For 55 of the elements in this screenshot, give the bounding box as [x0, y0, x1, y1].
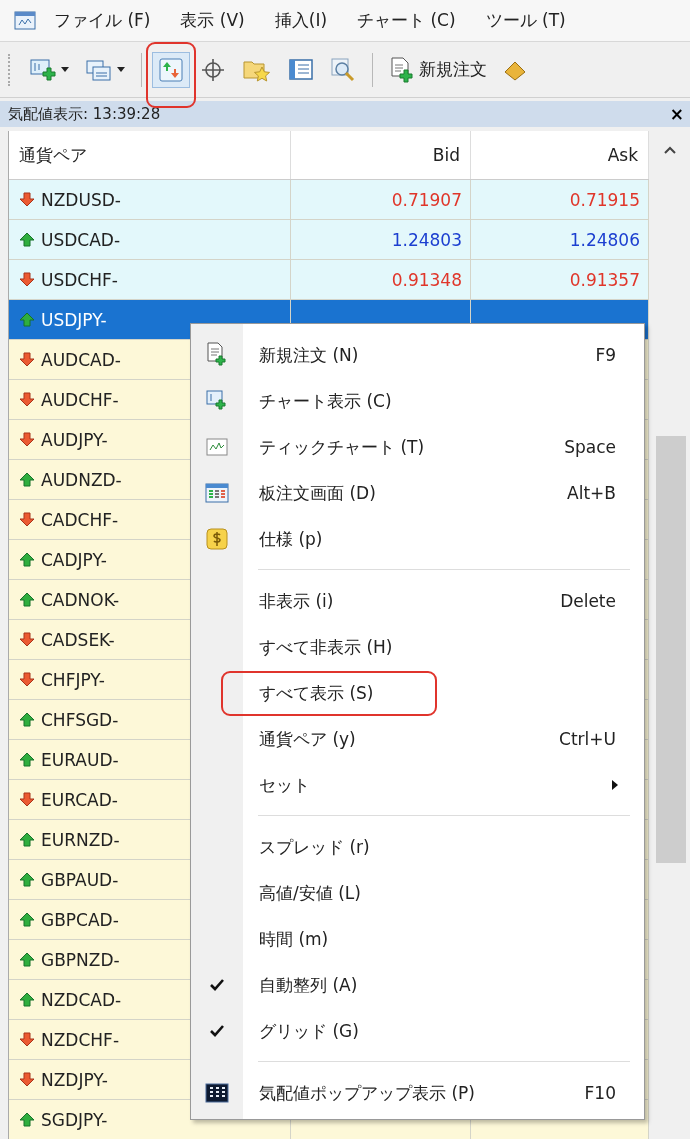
context-menu-item[interactable]: スプレッド (r) — [191, 824, 644, 870]
menu-item[interactable]: 挿入(I) — [274, 9, 328, 32]
bid-cell: 0.91348 — [291, 260, 471, 299]
close-button[interactable]: × — [669, 104, 684, 124]
symbol-text: NZDCAD- — [41, 989, 122, 1010]
symbol-text: EURAUD- — [41, 749, 119, 770]
menu-item[interactable]: チャート (C) — [357, 9, 456, 32]
quote-row[interactable]: NZDUSD- 0.71907 0.71915 — [9, 180, 649, 220]
bid-cell: 1.24803 — [291, 220, 471, 259]
context-menu-item[interactable]: 通貨ペア (y) Ctrl+U — [191, 716, 644, 762]
symbol-text: AUDCAD- — [41, 349, 121, 370]
symbol-text: EURNZD- — [41, 829, 120, 850]
context-menu-item[interactable]: 板注文画面 (D) Alt+B — [191, 470, 644, 516]
symbol-text: CHFJPY- — [41, 669, 105, 690]
context-menu-item[interactable]: すべて表示 (S) — [191, 670, 644, 716]
symbol-text: NZDJPY- — [41, 1069, 108, 1090]
symbol-text: CADJPY- — [41, 549, 107, 570]
column-header[interactable]: Bid — [291, 131, 471, 179]
bid-cell: 0.71907 — [291, 180, 471, 219]
panel-title: 気配値表示: 13:39:28 — [8, 104, 161, 124]
context-menu-item[interactable]: 非表示 (i) Delete — [191, 578, 644, 624]
symbol-text: CADNOK- — [41, 589, 120, 610]
context-menu-item[interactable]: チャート表示 (C) — [191, 378, 644, 424]
context-menu-item[interactable]: 高値/安値 (L) — [191, 870, 644, 916]
symbol-text: AUDJPY- — [41, 429, 108, 450]
context-menu-item[interactable]: ティックチャート (T) Space — [191, 424, 644, 470]
column-header[interactable]: 通貨ペア — [9, 131, 291, 179]
context-menu-item[interactable]: 気配値ポップアップ表示 (P) F10 — [191, 1070, 644, 1116]
context-menu-item[interactable]: 自動整列 (A) — [191, 962, 644, 1008]
symbol-text: SGDJPY- — [41, 1109, 108, 1130]
context-menu-item[interactable]: グリッド (G) — [191, 1008, 644, 1054]
symbol-text: NZDUSD- — [41, 189, 121, 210]
symbol-text: CADSEK- — [41, 629, 115, 650]
context-menu-item[interactable]: セット — [191, 762, 644, 808]
symbol-text: AUDNZD- — [41, 469, 122, 490]
context-menu-item[interactable]: 時間 (m) — [191, 916, 644, 962]
menu-item[interactable]: ツール (T) — [485, 9, 566, 32]
quote-row[interactable]: USDCHF- 0.91348 0.91357 — [9, 260, 649, 300]
symbol-text: EURCAD- — [41, 789, 118, 810]
symbol-text: CHFSGD- — [41, 709, 119, 730]
symbol-text: CADCHF- — [41, 509, 119, 530]
symbol-text: NZDCHF- — [41, 1029, 120, 1050]
quote-row[interactable]: USDCAD- 1.24803 1.24806 — [9, 220, 649, 260]
toolbar-button[interactable]: 新規注文 — [383, 50, 493, 89]
symbol-text: GBPNZD- — [41, 949, 120, 970]
menu-item[interactable]: 表示 (V) — [180, 9, 245, 32]
symbol-text: USDJPY- — [41, 309, 107, 330]
symbol-text: USDCHF- — [41, 269, 118, 290]
context-menu-item[interactable]: 仕様 (p) — [191, 516, 644, 562]
context-menu-item[interactable]: すべて非表示 (H) — [191, 624, 644, 670]
symbol-text: GBPAUD- — [41, 869, 119, 890]
symbol-text: USDCAD- — [41, 229, 121, 250]
symbol-text: AUDCHF- — [41, 389, 119, 410]
menu-item[interactable]: ファイル (F) — [54, 9, 151, 32]
symbol-text: GBPCAD- — [41, 909, 119, 930]
